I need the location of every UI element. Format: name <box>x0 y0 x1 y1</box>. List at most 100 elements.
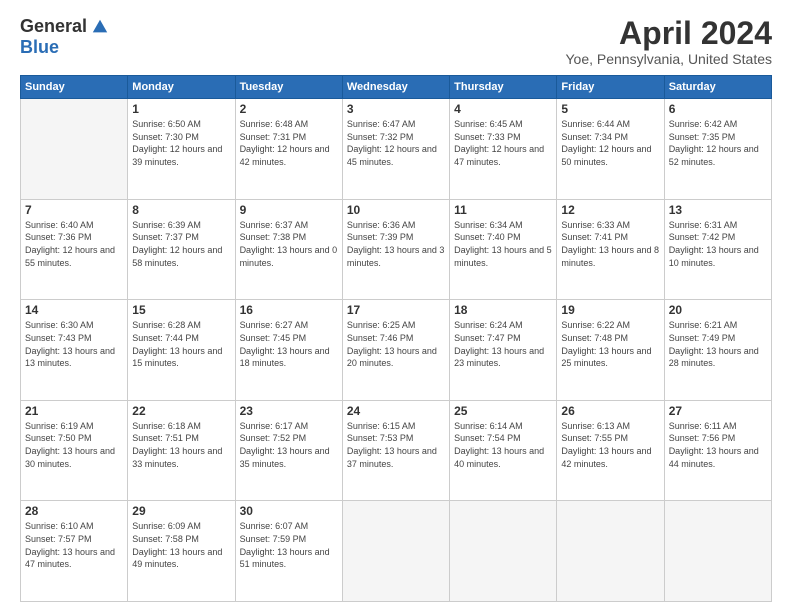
day-number: 12 <box>561 203 659 217</box>
cell-info: Sunrise: 6:30 AMSunset: 7:43 PMDaylight:… <box>25 319 123 369</box>
calendar-cell: 17 Sunrise: 6:25 AMSunset: 7:46 PMDayligh… <box>342 300 449 401</box>
week-row-0: 1Sunrise: 6:50 AMSunset: 7:30 PMDaylight… <box>21 99 772 200</box>
calendar-cell: 13 Sunrise: 6:31 AMSunset: 7:42 PMDayligh… <box>664 199 771 300</box>
day-number: 26 <box>561 404 659 418</box>
day-header-tuesday: Tuesday <box>235 76 342 99</box>
cell-info: Sunrise: 6:13 AMSunset: 7:55 PMDaylight:… <box>561 420 659 470</box>
calendar-cell: 1Sunrise: 6:50 AMSunset: 7:30 PMDaylight… <box>128 99 235 200</box>
cell-info: Sunrise: 6:27 AMSunset: 7:45 PMDaylight:… <box>240 319 338 369</box>
day-number: 25 <box>454 404 552 418</box>
logo-general-text: General <box>20 16 87 37</box>
calendar-cell <box>21 99 128 200</box>
day-header-thursday: Thursday <box>450 76 557 99</box>
calendar-cell: 21 Sunrise: 6:19 AMSunset: 7:50 PMDayligh… <box>21 400 128 501</box>
week-row-2: 14 Sunrise: 6:30 AMSunset: 7:43 PMDayligh… <box>21 300 772 401</box>
week-row-1: 7 Sunrise: 6:40 AMSunset: 7:36 PMDaylight… <box>21 199 772 300</box>
cell-info: Sunrise: 6:34 AMSunset: 7:40 PMDaylight:… <box>454 219 552 269</box>
calendar-cell: 10 Sunrise: 6:36 AMSunset: 7:39 PMDayligh… <box>342 199 449 300</box>
calendar-cell: 14 Sunrise: 6:30 AMSunset: 7:43 PMDayligh… <box>21 300 128 401</box>
week-row-3: 21 Sunrise: 6:19 AMSunset: 7:50 PMDayligh… <box>21 400 772 501</box>
day-number: 23 <box>240 404 338 418</box>
calendar-cell: 20 Sunrise: 6:21 AMSunset: 7:49 PMDayligh… <box>664 300 771 401</box>
cell-info: Sunrise: 6:39 AMSunset: 7:37 PMDaylight:… <box>132 219 230 269</box>
cell-info: Sunrise: 6:15 AMSunset: 7:53 PMDaylight:… <box>347 420 445 470</box>
cell-info: Sunrise: 6:33 AMSunset: 7:41 PMDaylight:… <box>561 219 659 269</box>
day-number: 6 <box>669 102 767 116</box>
day-number: 20 <box>669 303 767 317</box>
day-number: 24 <box>347 404 445 418</box>
cell-info: Sunrise: 6:42 AMSunset: 7:35 PMDaylight:… <box>669 118 767 168</box>
day-number: 3 <box>347 102 445 116</box>
calendar-cell: 16Sunrise: 6:27 AMSunset: 7:45 PMDayligh… <box>235 300 342 401</box>
day-number: 10 <box>347 203 445 217</box>
cell-info: Sunrise: 6:37 AMSunset: 7:38 PMDaylight:… <box>240 219 338 269</box>
cell-info: Sunrise: 6:10 AMSunset: 7:57 PMDaylight:… <box>25 520 123 570</box>
location: Yoe, Pennsylvania, United States <box>565 51 772 67</box>
calendar-cell: 19 Sunrise: 6:22 AMSunset: 7:48 PMDayligh… <box>557 300 664 401</box>
calendar-cell: 8 Sunrise: 6:39 AMSunset: 7:37 PMDaylight… <box>128 199 235 300</box>
day-header-wednesday: Wednesday <box>342 76 449 99</box>
calendar-cell: 27Sunrise: 6:11 AMSunset: 7:56 PMDayligh… <box>664 400 771 501</box>
calendar-cell: 2 Sunrise: 6:48 AMSunset: 7:31 PMDaylight… <box>235 99 342 200</box>
cell-info: Sunrise: 6:19 AMSunset: 7:50 PMDaylight:… <box>25 420 123 470</box>
calendar-cell: 25 Sunrise: 6:14 AMSunset: 7:54 PMDayligh… <box>450 400 557 501</box>
day-number: 7 <box>25 203 123 217</box>
cell-info: Sunrise: 6:40 AMSunset: 7:36 PMDaylight:… <box>25 219 123 269</box>
cell-info: Sunrise: 6:22 AMSunset: 7:48 PMDaylight:… <box>561 319 659 369</box>
day-number: 15 <box>132 303 230 317</box>
logo-blue-text: Blue <box>20 37 59 58</box>
cell-info: Sunrise: 6:07 AMSunset: 7:59 PMDaylight:… <box>240 520 338 570</box>
calendar-cell <box>342 501 449 602</box>
cell-info: Sunrise: 6:17 AMSunset: 7:52 PMDaylight:… <box>240 420 338 470</box>
cell-info: Sunrise: 6:36 AMSunset: 7:39 PMDaylight:… <box>347 219 445 269</box>
cell-info: Sunrise: 6:47 AMSunset: 7:32 PMDaylight:… <box>347 118 445 168</box>
cell-info: Sunrise: 6:25 AMSunset: 7:46 PMDaylight:… <box>347 319 445 369</box>
cell-info: Sunrise: 6:44 AMSunset: 7:34 PMDaylight:… <box>561 118 659 168</box>
cell-info: Sunrise: 6:50 AMSunset: 7:30 PMDaylight:… <box>132 118 230 168</box>
day-header-sunday: Sunday <box>21 76 128 99</box>
day-number: 14 <box>25 303 123 317</box>
header: General Blue April 2024 Yoe, Pennsylvani… <box>20 16 772 67</box>
cell-info: Sunrise: 6:28 AMSunset: 7:44 PMDaylight:… <box>132 319 230 369</box>
cell-info: Sunrise: 6:21 AMSunset: 7:49 PMDaylight:… <box>669 319 767 369</box>
calendar-cell: 9 Sunrise: 6:37 AMSunset: 7:38 PMDaylight… <box>235 199 342 300</box>
day-number: 2 <box>240 102 338 116</box>
calendar-cell: 22Sunrise: 6:18 AMSunset: 7:51 PMDayligh… <box>128 400 235 501</box>
calendar-cell <box>664 501 771 602</box>
calendar-cell: 26 Sunrise: 6:13 AMSunset: 7:55 PMDayligh… <box>557 400 664 501</box>
day-number: 30 <box>240 504 338 518</box>
cell-info: Sunrise: 6:14 AMSunset: 7:54 PMDaylight:… <box>454 420 552 470</box>
calendar-cell: 24 Sunrise: 6:15 AMSunset: 7:53 PMDayligh… <box>342 400 449 501</box>
calendar-cell: 30 Sunrise: 6:07 AMSunset: 7:59 PMDayligh… <box>235 501 342 602</box>
calendar-cell: 23 Sunrise: 6:17 AMSunset: 7:52 PMDayligh… <box>235 400 342 501</box>
calendar-cell: 6 Sunrise: 6:42 AMSunset: 7:35 PMDaylight… <box>664 99 771 200</box>
calendar-cell <box>450 501 557 602</box>
day-number: 17 <box>347 303 445 317</box>
day-number: 13 <box>669 203 767 217</box>
title-block: April 2024 Yoe, Pennsylvania, United Sta… <box>565 16 772 67</box>
day-header-monday: Monday <box>128 76 235 99</box>
day-number: 28 <box>25 504 123 518</box>
day-number: 21 <box>25 404 123 418</box>
cell-info: Sunrise: 6:48 AMSunset: 7:31 PMDaylight:… <box>240 118 338 168</box>
day-number: 29 <box>132 504 230 518</box>
day-number: 22 <box>132 404 230 418</box>
page: General Blue April 2024 Yoe, Pennsylvani… <box>0 0 792 612</box>
day-number: 8 <box>132 203 230 217</box>
day-number: 19 <box>561 303 659 317</box>
cell-info: Sunrise: 6:45 AMSunset: 7:33 PMDaylight:… <box>454 118 552 168</box>
day-number: 27 <box>669 404 767 418</box>
cell-info: Sunrise: 6:09 AMSunset: 7:58 PMDaylight:… <box>132 520 230 570</box>
day-number: 9 <box>240 203 338 217</box>
logo-icon <box>91 18 109 36</box>
cell-info: Sunrise: 6:24 AMSunset: 7:47 PMDaylight:… <box>454 319 552 369</box>
day-number: 11 <box>454 203 552 217</box>
calendar-cell: 29 Sunrise: 6:09 AMSunset: 7:58 PMDayligh… <box>128 501 235 602</box>
calendar-cell: 15 Sunrise: 6:28 AMSunset: 7:44 PMDayligh… <box>128 300 235 401</box>
day-header-friday: Friday <box>557 76 664 99</box>
day-number: 4 <box>454 102 552 116</box>
logo: General Blue <box>20 16 109 58</box>
day-number: 5 <box>561 102 659 116</box>
calendar-cell: 12 Sunrise: 6:33 AMSunset: 7:41 PMDayligh… <box>557 199 664 300</box>
cell-info: Sunrise: 6:31 AMSunset: 7:42 PMDaylight:… <box>669 219 767 269</box>
